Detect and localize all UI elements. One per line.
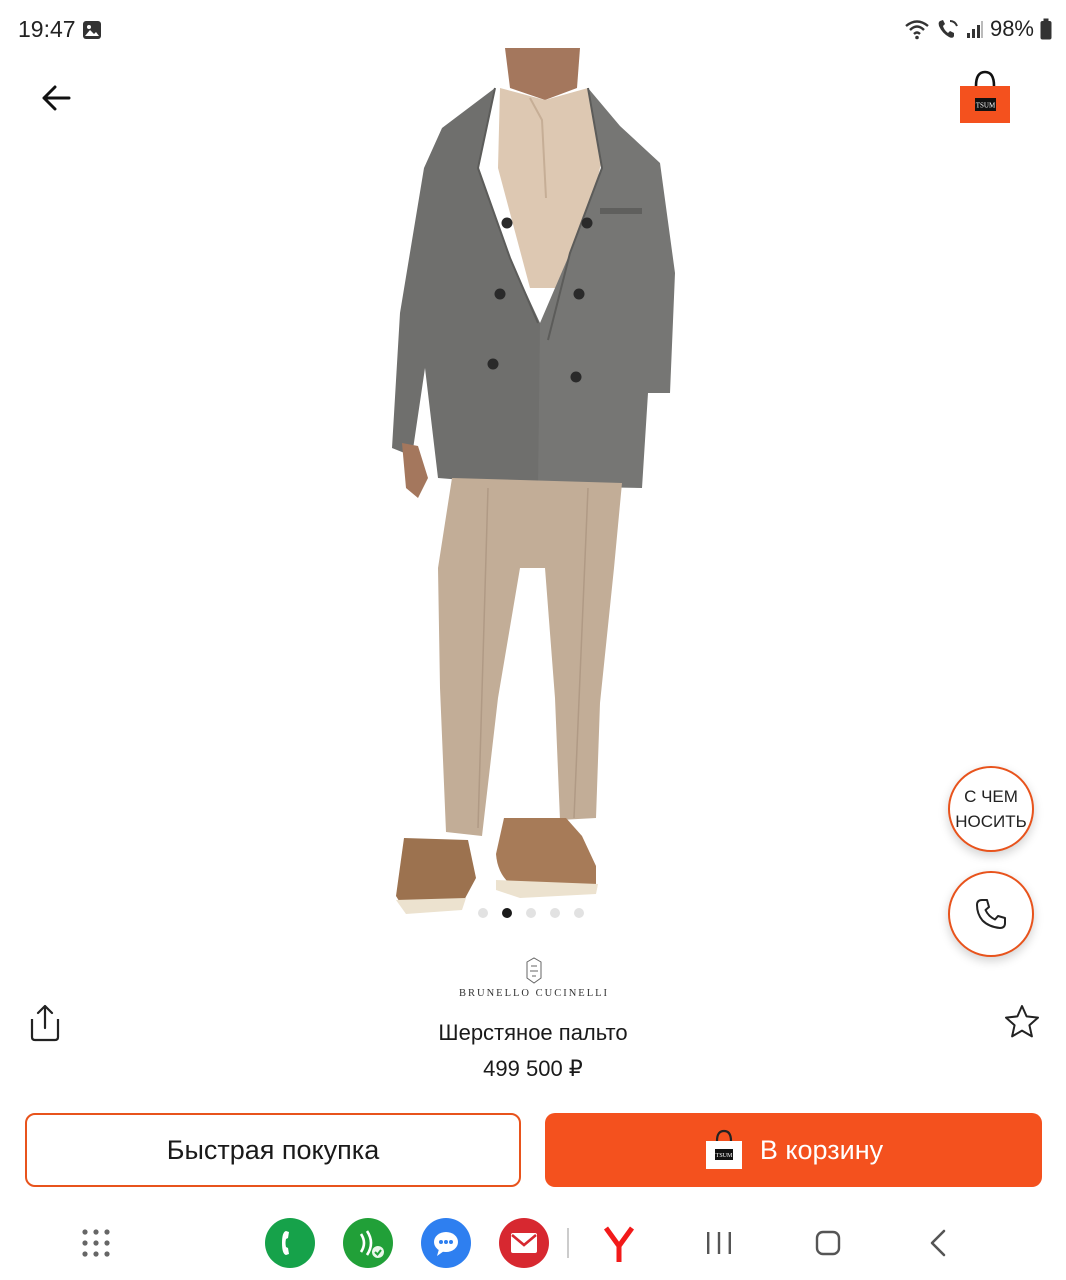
phone-app-icon[interactable] [265, 1218, 315, 1268]
shopping-bag-icon: TSUM [705, 1129, 742, 1169]
product-photo[interactable] [370, 48, 700, 918]
product-price: 499 500 ₽ [483, 1056, 583, 1081]
dock-divider [566, 1226, 570, 1260]
battery-percent: 98% [989, 16, 1034, 41]
gallery-icon [83, 21, 101, 39]
shopping-bag-icon: TSUM [960, 70, 1010, 123]
carousel-dot-active[interactable] [502, 908, 512, 918]
wifi-icon [905, 20, 929, 40]
wear-with-label-line2: НОСИТЬ [955, 812, 1027, 831]
back-button[interactable] [30, 72, 82, 124]
back-nav-icon[interactable] [914, 1218, 964, 1268]
brand-logo[interactable]: BRUNELLO CUCINELLI [434, 956, 634, 1006]
call-button[interactable] [948, 871, 1034, 957]
quick-buy-label: Быстрая покупка [166, 1134, 380, 1165]
brand-name: BRUNELLO CUCINELLI [458, 988, 610, 999]
cart-logo-text: TSUM [976, 102, 996, 110]
arrow-left-icon [42, 85, 71, 111]
cart-button[interactable]: TSUM [954, 66, 1016, 128]
add-to-cart-button[interactable]: TSUM В корзину [545, 1113, 1042, 1187]
apps-grid-icon[interactable] [71, 1218, 121, 1268]
sber-pay-icon[interactable] [343, 1218, 393, 1268]
status-time: 19:47 [18, 16, 76, 42]
carousel-dot[interactable] [478, 908, 488, 918]
wear-with-label-line1: С ЧЕМ [964, 787, 1018, 806]
wifi-call-icon [938, 20, 958, 38]
add-to-cart-label: В корзину [759, 1134, 884, 1165]
navigation-dock [0, 1210, 1066, 1280]
carousel-dot[interactable] [574, 908, 584, 918]
battery-icon [1040, 18, 1052, 40]
signal-icon [966, 21, 983, 38]
phone-icon [976, 899, 1006, 929]
carousel-dot[interactable] [550, 908, 560, 918]
status-icons: 98% [904, 16, 1052, 42]
wear-with-button[interactable]: С ЧЕМ НОСИТЬ [948, 766, 1034, 852]
yandex-icon[interactable] [594, 1218, 644, 1268]
product-title: Шерстяное пальто [438, 1020, 628, 1045]
brand-emblem-icon [526, 957, 542, 984]
quick-buy-button[interactable]: Быстрая покупка [25, 1113, 521, 1187]
recents-icon[interactable] [694, 1218, 744, 1268]
home-icon[interactable] [803, 1218, 853, 1268]
cart-logo-text: TSUM [716, 1153, 733, 1159]
mail-icon[interactable] [499, 1218, 549, 1268]
messages-icon[interactable] [421, 1218, 471, 1268]
carousel-dot[interactable] [526, 908, 536, 918]
carousel-dots[interactable] [478, 908, 584, 918]
